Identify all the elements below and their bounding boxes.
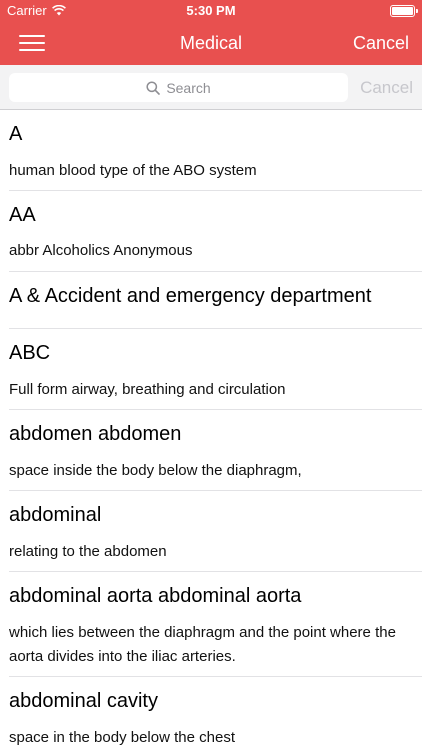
list-item[interactable]: abdominal aorta abdominal aorta which li… (0, 572, 422, 677)
entry-term: abdomen abdomen (9, 423, 182, 445)
status-bar: Carrier 5:30 PM (0, 0, 422, 22)
dictionary-list: A human blood type of the ABO system AA … (0, 110, 422, 750)
entry-definition: Full form airway, breathing and circulat… (9, 381, 286, 398)
app-header: Carrier 5:30 PM Medical Cancel (0, 0, 422, 65)
entry-term: abdominal aorta abdominal aorta (9, 585, 302, 607)
entry-term: ABC (9, 342, 51, 364)
list-item[interactable]: AA abbr Alcoholics Anonymous (0, 191, 422, 272)
list-item[interactable]: abdominal cavity space in the body below… (0, 677, 422, 750)
battery-icon (390, 5, 418, 17)
search-placeholder: Search (166, 79, 211, 96)
list-item[interactable]: ABC Full form airway, breathing and circ… (0, 329, 422, 410)
entry-term: abdominal (9, 504, 102, 526)
entry-term: A & Accident and emergency department (9, 285, 372, 307)
entry-definition: which lies between the diaphragm and the… (9, 624, 396, 665)
list-item[interactable]: abdominal relating to the abdomen (0, 491, 422, 572)
entry-definition: human blood type of the ABO system (9, 162, 257, 179)
entry-definition: relating to the abdomen (9, 543, 167, 560)
nav-cancel-button[interactable]: Cancel (353, 33, 409, 54)
search-cancel-button[interactable]: Cancel (360, 78, 413, 98)
search-input[interactable]: Search (9, 73, 348, 102)
hamburger-menu-icon[interactable] (19, 32, 45, 54)
entry-definition: space in the body below the chest (9, 729, 235, 746)
navigation-bar: Medical Cancel (0, 22, 422, 65)
list-item[interactable]: A human blood type of the ABO system (0, 110, 422, 191)
entry-definition: space inside the body below the diaphrag… (9, 462, 302, 479)
search-bar: Search Cancel (0, 65, 422, 110)
list-item[interactable]: abdomen abdomen space inside the body be… (0, 410, 422, 491)
magnifier-icon (146, 80, 161, 95)
entry-definition: abbr Alcoholics Anonymous (9, 242, 193, 259)
entry-term: AA (9, 204, 36, 226)
entry-term: abdominal cavity (9, 690, 158, 712)
entry-term: A (9, 123, 23, 145)
list-item[interactable]: A & Accident and emergency department (0, 272, 422, 329)
status-time: 5:30 PM (186, 3, 236, 18)
